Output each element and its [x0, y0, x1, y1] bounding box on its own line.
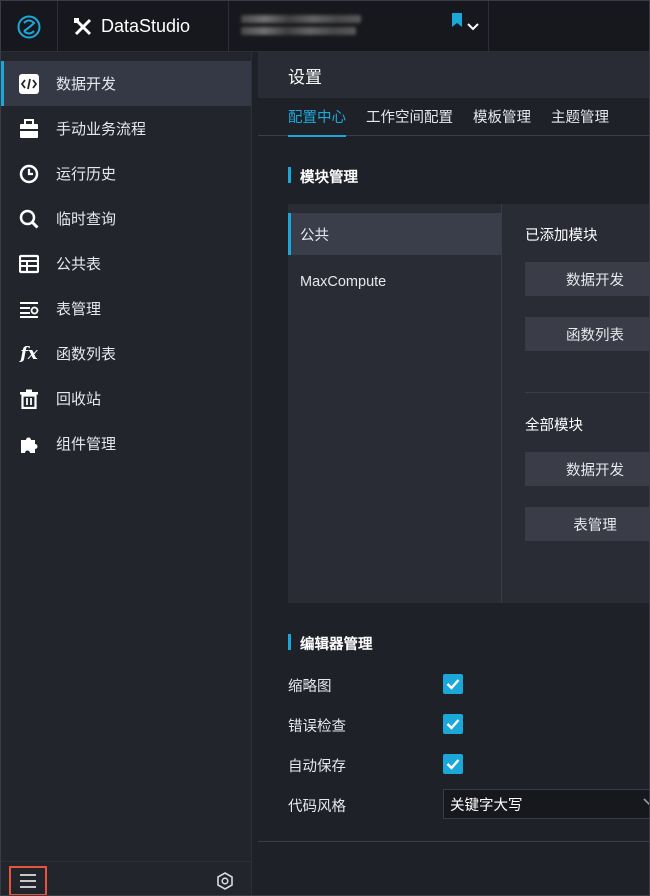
sidebar-item-label: 回收站	[56, 391, 102, 408]
added-modules-title: 已添加模块	[525, 228, 598, 244]
collapse-menu-button[interactable]	[9, 866, 47, 895]
tools-icon	[74, 17, 92, 35]
panel-footer	[258, 841, 649, 895]
sidebar-item-label: 数据开发	[56, 76, 117, 93]
sidebar-item-label: 函数列表	[56, 346, 117, 363]
option-label: 代码风格	[288, 798, 346, 815]
sidebar-footer	[1, 861, 252, 895]
tab-config-center[interactable]: 配置中心	[278, 98, 356, 137]
all-module-item[interactable]: 数据开发	[525, 452, 649, 486]
trash-icon	[19, 389, 39, 409]
workspace-name-blurred[interactable]	[241, 11, 366, 43]
page-title: 设置	[258, 52, 649, 98]
check-icon	[446, 679, 460, 690]
editor-option-error-check: 错误检查	[288, 712, 463, 738]
app-title-text: DataStudio	[101, 16, 191, 36]
added-module-item[interactable]: 函数列表	[525, 317, 649, 351]
autosave-checkbox[interactable]	[443, 754, 463, 774]
code-style-select[interactable]: 关键字大写	[443, 789, 649, 819]
function-icon: fx	[20, 343, 38, 364]
editor-management-title: 编辑器管理	[288, 633, 373, 654]
sidebar-item-label: 手动业务流程	[56, 121, 147, 138]
editor-option-code-style: 代码风格 关键字大写	[288, 789, 649, 819]
sidebar-item-recycle-bin[interactable]: 回收站	[1, 376, 251, 421]
tab-workspace-config[interactable]: 工作空间配置	[356, 98, 463, 136]
code-icon	[19, 73, 39, 94]
sidebar-item-data-development[interactable]: 数据开发	[1, 61, 251, 106]
puzzle-icon	[19, 434, 39, 454]
sidebar-item-function-list[interactable]: fx 函数列表	[1, 331, 251, 376]
settings-panel: 设置 配置中心 工作空间配置 模板管理 主题管理 模块管理 公共 MaxComp…	[258, 52, 649, 895]
bookmark-icon	[451, 12, 462, 27]
sidebar-item-label: 运行历史	[56, 166, 117, 183]
error-check-checkbox[interactable]	[443, 714, 463, 734]
settings-hexagon-icon	[217, 872, 233, 890]
logo-icon	[17, 15, 41, 38]
sidebar-item-component-management[interactable]: 组件管理	[1, 421, 251, 466]
app-title: DataStudio	[59, 1, 229, 52]
sidebar-item-manual-workflow[interactable]: 手动业务流程	[1, 106, 251, 151]
sidebar-item-label: 临时查询	[56, 211, 117, 228]
sidebar-item-table-management[interactable]: 表管理	[1, 286, 251, 331]
sidebar-item-label: 公共表	[56, 256, 102, 273]
sidebar-item-label: 表管理	[56, 301, 102, 318]
tab-template-management[interactable]: 模板管理	[463, 98, 541, 136]
option-label: 自动保存	[288, 758, 346, 775]
module-management-panel: 公共 MaxCompute 已添加模块 数据开发 函数列表 全部模块 数据开发 …	[288, 204, 649, 603]
table-icon	[19, 254, 39, 274]
hamburger-menu-icon	[20, 874, 36, 888]
search-icon	[19, 209, 39, 229]
app-window: DataStudio 数据开发 手动业务流程 运行历史 临时查询 公共表 表管理…	[0, 0, 650, 896]
sidebar-item-label: 组件管理	[56, 436, 117, 453]
module-management-title: 模块管理	[288, 166, 358, 187]
workspace-switcher[interactable]	[441, 1, 489, 52]
module-category-public[interactable]: 公共	[288, 213, 501, 255]
top-bar: DataStudio	[1, 1, 649, 52]
chevron-down-icon	[466, 22, 479, 30]
module-detail: 已添加模块 数据开发 函数列表 全部模块 数据开发 表管理	[503, 204, 649, 603]
tab-theme-management[interactable]: 主题管理	[541, 98, 619, 136]
divider	[525, 392, 649, 393]
option-label: 错误检查	[288, 718, 346, 735]
briefcase-icon	[19, 118, 39, 139]
all-modules-title: 全部模块	[525, 418, 583, 434]
table-manage-icon	[19, 299, 39, 319]
all-module-item[interactable]: 表管理	[525, 507, 649, 541]
product-logo[interactable]	[1, 1, 58, 52]
module-category-list: 公共 MaxCompute	[288, 204, 502, 603]
settings-tabs: 配置中心 工作空间配置 模板管理 主题管理	[258, 98, 649, 137]
settings-button[interactable]	[214, 870, 236, 892]
editor-option-autosave: 自动保存	[288, 752, 463, 778]
check-icon	[446, 759, 460, 770]
check-icon	[446, 719, 460, 730]
sidebar-item-ad-hoc-query[interactable]: 临时查询	[1, 196, 251, 241]
sidebar: 数据开发 手动业务流程 运行历史 临时查询 公共表 表管理 fx 函数列表 回收…	[1, 52, 252, 895]
sidebar-item-run-history[interactable]: 运行历史	[1, 151, 251, 196]
module-category-maxcompute[interactable]: MaxCompute	[288, 261, 501, 303]
chevron-down-icon	[643, 798, 649, 806]
editor-option-minimap: 缩略图	[288, 672, 463, 698]
clock-icon	[19, 164, 39, 184]
option-label: 缩略图	[288, 678, 332, 695]
added-module-item[interactable]: 数据开发	[525, 262, 649, 296]
sidebar-item-public-tables[interactable]: 公共表	[1, 241, 251, 286]
code-style-value: 关键字大写	[450, 797, 523, 814]
minimap-checkbox[interactable]	[443, 674, 463, 694]
